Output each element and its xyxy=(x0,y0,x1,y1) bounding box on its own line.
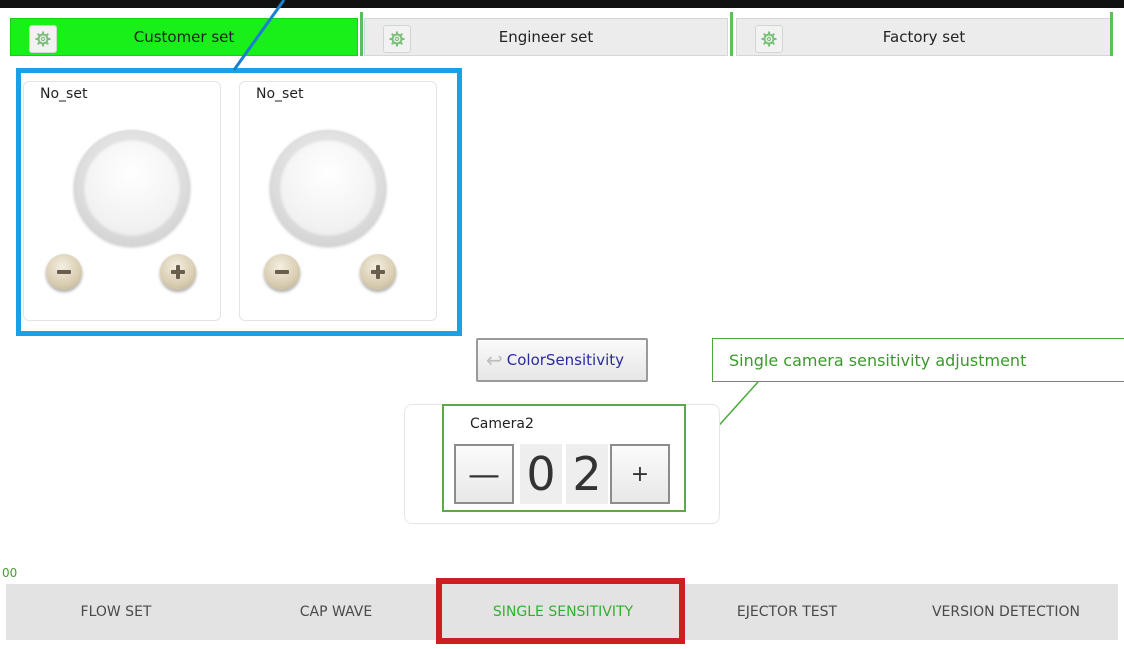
callout-text: Single camera sensitivity adjustment xyxy=(729,350,1027,370)
nav-label: FLOW SET xyxy=(80,604,152,620)
counter-text: 00 xyxy=(2,566,18,580)
callout-label: Single camera sensitivity adjustment xyxy=(712,338,1124,382)
camera-label: Camera2 xyxy=(470,416,534,432)
nav-ejector-test[interactable]: EJECTOR TEST xyxy=(680,584,894,640)
camera-decrease-button[interactable]: — xyxy=(454,444,514,504)
annotation-lines xyxy=(232,0,759,463)
minus-label: — xyxy=(468,455,500,493)
plus-label: + xyxy=(630,461,650,487)
color-sensitivity-label: ColorSensitivity xyxy=(506,351,625,369)
nav-label: VERSION DETECTION xyxy=(931,604,1081,620)
nav-flow-set[interactable]: FLOW SET xyxy=(6,584,226,640)
return-arrow-icon: ↩ xyxy=(486,348,503,372)
camera-increase-button[interactable]: + xyxy=(610,444,670,504)
nav-cap-wave[interactable]: CAP WAVE xyxy=(226,584,446,640)
nav-version-detection[interactable]: VERSION DETECTION xyxy=(894,584,1118,640)
nav-label: EJECTOR TEST xyxy=(736,604,838,620)
color-sensitivity-button[interactable]: ↩ ColorSensitivity xyxy=(476,338,648,382)
camera-value-digit-2: 2 xyxy=(566,444,608,504)
nav-highlight-box xyxy=(436,578,685,644)
camera-value-digit-1: 0 xyxy=(520,444,562,504)
nav-label: CAP WAVE xyxy=(299,604,373,620)
